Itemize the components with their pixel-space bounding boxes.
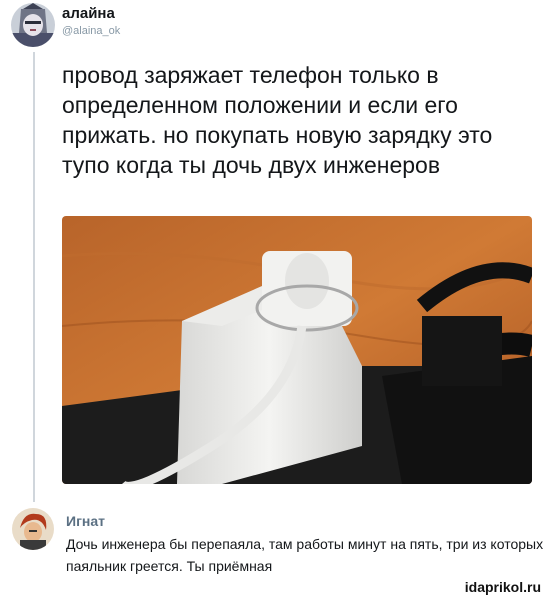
author-name[interactable]: алайна xyxy=(62,5,115,22)
reply-author-avatar[interactable] xyxy=(12,508,54,550)
author-handle[interactable]: @alaina_ok xyxy=(62,25,120,37)
reply-author-name[interactable]: Игнат xyxy=(66,513,105,529)
thread-line xyxy=(33,52,35,502)
reply-text: Дочь инженера бы перепаяла, там работы м… xyxy=(66,536,544,574)
tweet-photo[interactable] xyxy=(62,216,532,484)
tweet-text: провод заряжает телефон только в определ… xyxy=(62,62,493,178)
author-avatar[interactable] xyxy=(11,3,55,47)
watermark: idaprikol.ru xyxy=(464,579,541,595)
